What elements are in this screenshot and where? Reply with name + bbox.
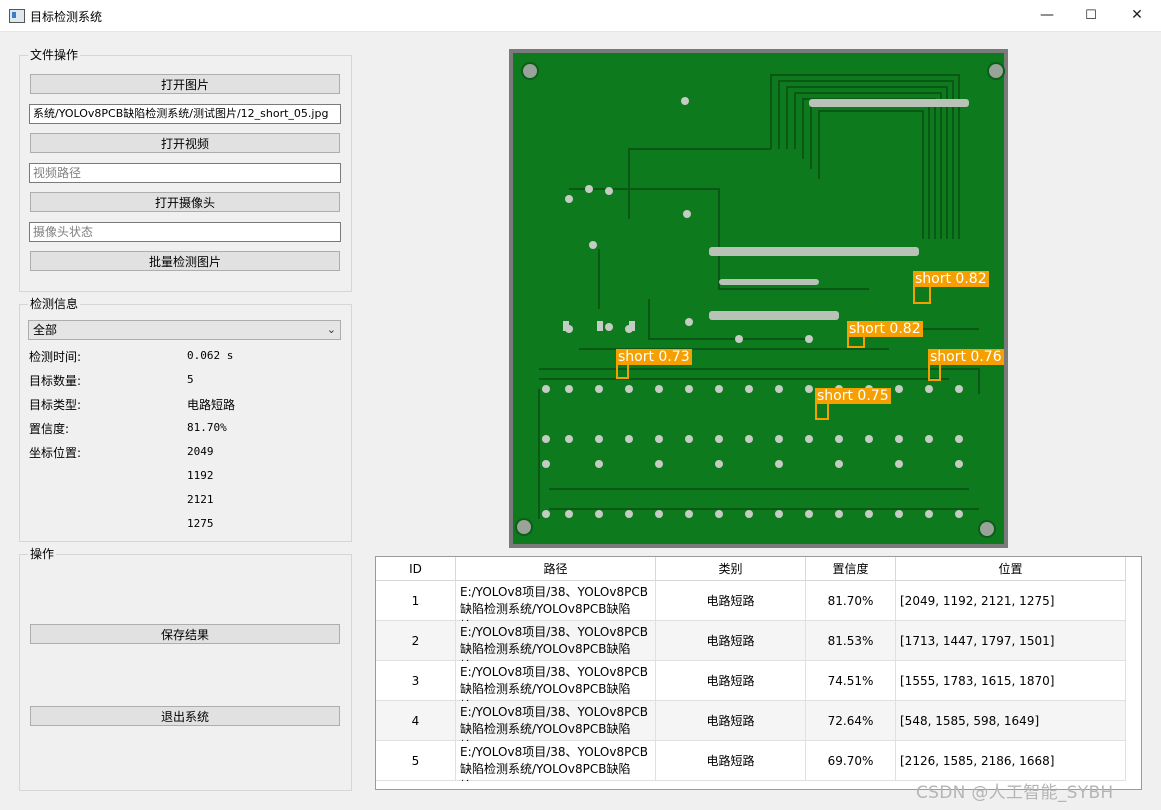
chevron-down-icon: ⌄ [326,323,336,336]
cell-position: [1713, 1447, 1797, 1501] [896,621,1126,661]
cell-position: [2126, 1585, 2186, 1668] [896,741,1126,781]
time-label: 检测时间: [29,350,82,364]
target-select[interactable]: 全部 ⌄ [28,320,341,340]
cell-position: [2049, 1192, 2121, 1275] [896,581,1126,621]
detection-box [913,285,931,304]
watermark: CSDN @人工智能_SYBH [916,783,1114,803]
type-label: 目标类型: [29,398,82,412]
open-image-button[interactable]: 打开图片 [30,74,340,94]
title-bar: 目标检测系统 — ☐ ✕ [0,0,1161,32]
position-ymax: 1275 [187,517,214,530]
exit-system-button[interactable]: 退出系统 [30,706,340,726]
table-row[interactable]: 4 E:/YOLOv8项目/38、YOLOv8PCB缺陷检测系统/YOLOv8P… [376,701,1126,741]
table-row[interactable]: 5 E:/YOLOv8项目/38、YOLOv8PCB缺陷检测系统/YOLOv8P… [376,741,1126,781]
open-video-button[interactable]: 打开视频 [30,133,340,153]
cell-position: [548, 1585, 598, 1649] [896,701,1126,741]
app-icon [9,9,25,23]
cell-path: E:/YOLOv8项目/38、YOLOv8PCB缺陷检测系统/YOLOv8PCB… [456,581,656,621]
file-ops-title: 文件操作 [28,48,81,62]
confidence-value: 81.70% [187,421,227,434]
target-select-value: 全部 [33,323,58,337]
cell-path: E:/YOLOv8项目/38、YOLOv8PCB缺陷检测系统/YOLOv8PCB… [456,741,656,781]
operations-group: 操作 [19,547,352,791]
open-camera-button[interactable]: 打开摄像头 [30,192,340,212]
column-header-category[interactable]: 类别 [656,557,806,581]
position-ymin: 1192 [187,469,214,482]
cell-path: E:/YOLOv8项目/38、YOLOv8PCB缺陷检测系统/YOLOv8PCB… [456,621,656,661]
count-label: 目标数量: [29,374,82,388]
column-header-position[interactable]: 位置 [896,557,1126,581]
cell-category: 电路短路 [656,661,806,701]
cell-confidence: 74.51% [806,661,896,701]
cell-category: 电路短路 [656,621,806,661]
type-value: 电路短路 [187,398,236,412]
video-path-field[interactable]: 视频路径 [29,163,341,183]
position-xmax: 2121 [187,493,214,506]
pcb-board-image [513,53,1005,544]
detection-image: short 0.82 short 0.82 short 0.73 short 0… [509,49,1008,548]
detection-info-title: 检测信息 [28,297,81,311]
table-row[interactable]: 3 E:/YOLOv8项目/38、YOLOv8PCB缺陷检测系统/YOLOv8P… [376,661,1126,701]
camera-status-field[interactable]: 摄像头状态 [29,222,341,242]
table-row[interactable]: 1 E:/YOLOv8项目/38、YOLOv8PCB缺陷检测系统/YOLOv8P… [376,581,1126,621]
maximize-button[interactable]: ☐ [1068,0,1114,31]
cell-id: 3 [376,661,456,701]
operations-title: 操作 [28,547,57,561]
cell-id: 2 [376,621,456,661]
cell-confidence: 69.70% [806,741,896,781]
cell-id: 4 [376,701,456,741]
results-table[interactable]: ID 路径 类别 置信度 位置 1 E:/YOLOv8项目/38、YOLOv8P… [375,556,1142,790]
image-path-field[interactable]: 系统/YOLOv8PCB缺陷检测系统/测试图片/12_short_05.jpg [29,104,341,124]
window-title: 目标检测系统 [30,10,103,24]
position-label: 坐标位置: [29,446,82,460]
detection-label: short 0.82 [847,321,923,337]
cell-confidence: 81.70% [806,581,896,621]
column-header-id[interactable]: ID [376,557,456,581]
table-row[interactable]: 2 E:/YOLOv8项目/38、YOLOv8PCB缺陷检测系统/YOLOv8P… [376,621,1126,661]
minimize-button[interactable]: — [1024,0,1070,31]
close-button[interactable]: ✕ [1114,0,1160,31]
column-header-confidence[interactable]: 置信度 [806,557,896,581]
count-value: 5 [187,373,194,386]
cell-id: 1 [376,581,456,621]
cell-confidence: 81.53% [806,621,896,661]
cell-path: E:/YOLOv8项目/38、YOLOv8PCB缺陷检测系统/YOLOv8PCB… [456,661,656,701]
cell-position: [1555, 1783, 1615, 1870] [896,661,1126,701]
cell-id: 5 [376,741,456,781]
cell-category: 电路短路 [656,701,806,741]
save-result-button[interactable]: 保存结果 [30,624,340,644]
detection-label: short 0.75 [815,388,891,404]
detection-label: short 0.76 [928,349,1004,365]
detection-label: short 0.82 [913,271,989,287]
cell-category: 电路短路 [656,581,806,621]
cell-category: 电路短路 [656,741,806,781]
detection-label: short 0.73 [616,349,692,365]
cell-confidence: 72.64% [806,701,896,741]
position-xmin: 2049 [187,445,214,458]
confidence-label: 置信度: [29,422,70,436]
time-value: 0.062 s [187,349,234,362]
batch-detect-button[interactable]: 批量检测图片 [30,251,340,271]
cell-path: E:/YOLOv8项目/38、YOLOv8PCB缺陷检测系统/YOLOv8PCB… [456,701,656,741]
column-header-path[interactable]: 路径 [456,557,656,581]
